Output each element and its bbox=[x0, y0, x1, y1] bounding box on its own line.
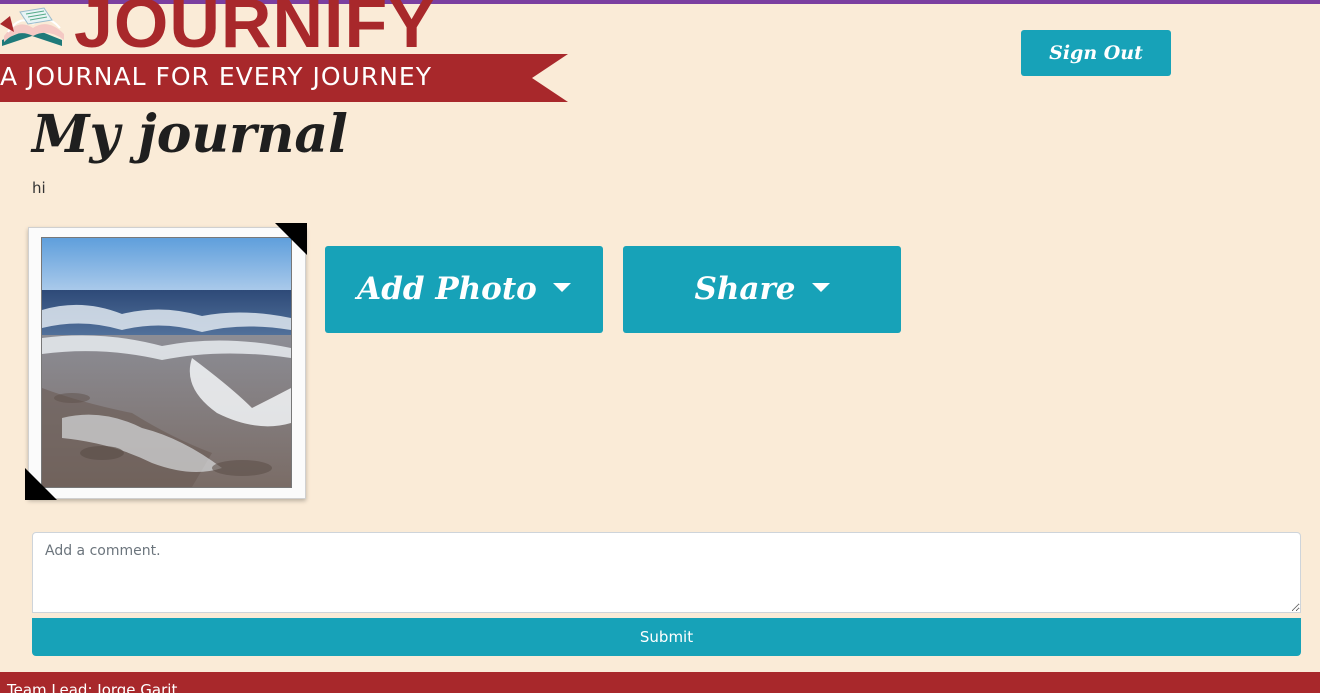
footer-text: Team Lead: Jorge Garit bbox=[7, 681, 178, 693]
footer: Team Lead: Jorge Garit bbox=[0, 672, 1320, 693]
sign-out-button[interactable]: Sign Out bbox=[1021, 30, 1171, 76]
tagline-ribbon: A JOURNAL FOR EVERY JOURNEY bbox=[0, 54, 570, 102]
submit-button[interactable]: Submit bbox=[32, 618, 1301, 656]
add-photo-button[interactable]: Add Photo bbox=[325, 246, 603, 333]
share-label: Share bbox=[694, 271, 796, 307]
open-book-icon bbox=[0, 6, 70, 52]
tagline-text: A JOURNAL FOR EVERY JOURNEY bbox=[0, 62, 432, 91]
photo-corner-top-right bbox=[275, 223, 307, 255]
journal-photo[interactable] bbox=[41, 237, 292, 488]
comment-input[interactable] bbox=[32, 532, 1301, 613]
share-button[interactable]: Share bbox=[623, 246, 901, 333]
logo-wordmark: JOURNIFY bbox=[74, 0, 436, 62]
page-title: My journal bbox=[32, 104, 348, 165]
journal-description: hi bbox=[32, 179, 46, 197]
add-photo-label: Add Photo bbox=[357, 271, 537, 307]
caret-down-icon bbox=[552, 283, 571, 292]
caret-down-icon bbox=[811, 283, 830, 292]
photo-corner-bottom-left bbox=[25, 468, 57, 500]
